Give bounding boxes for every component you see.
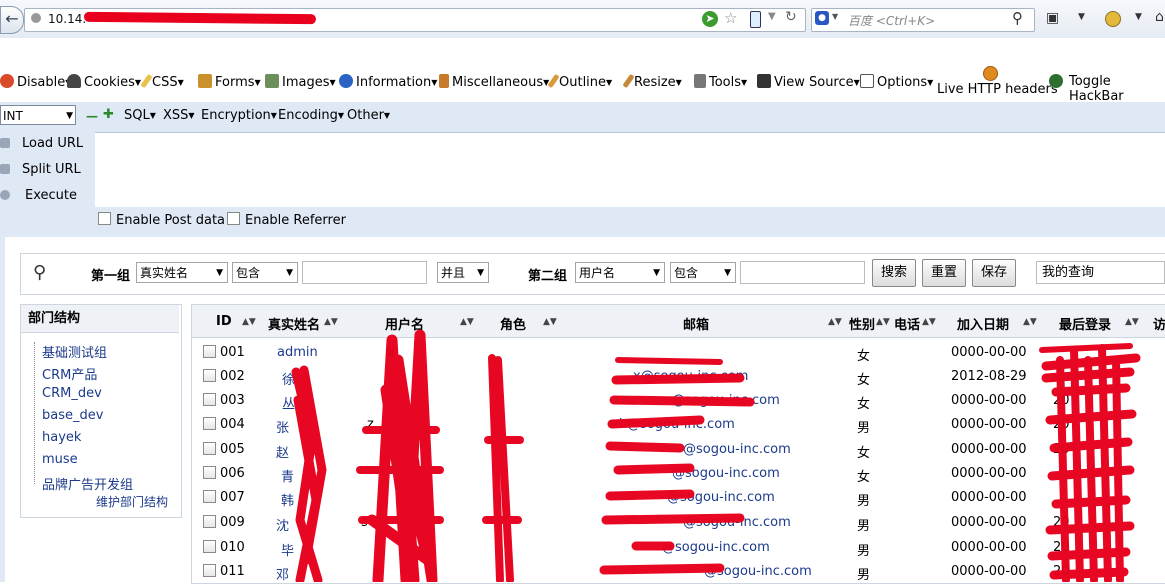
- redaction-scribbles: [291, 329, 1141, 582]
